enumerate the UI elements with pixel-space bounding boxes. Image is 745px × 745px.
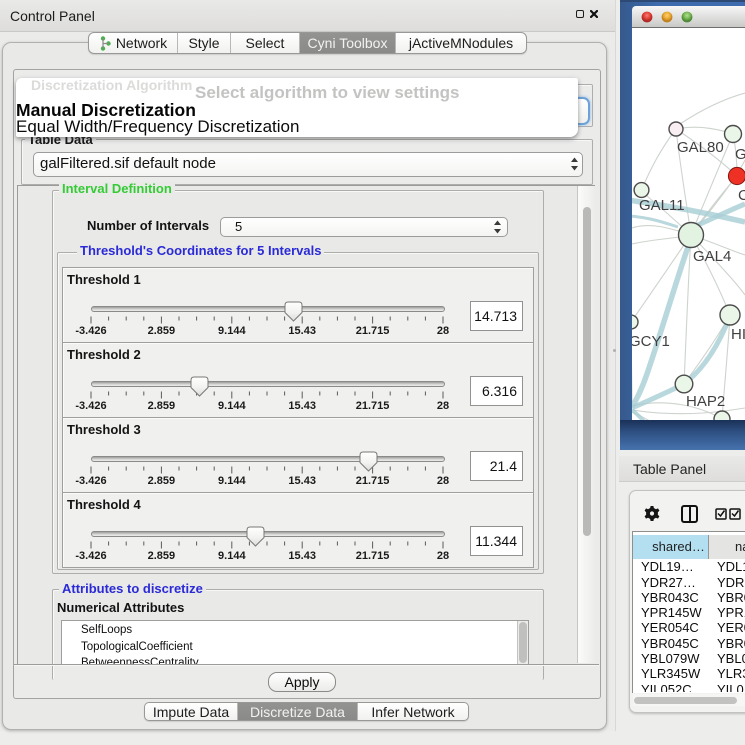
svg-text:GCY1: GCY1: [632, 333, 670, 350]
svg-text:GAL80: GAL80: [677, 139, 724, 156]
svg-text:G.: G.: [735, 146, 745, 163]
svg-text:HAP2: HAP2: [686, 393, 725, 410]
svg-text:GAL4: GAL4: [693, 248, 731, 265]
svg-text:GAL11: GAL11: [639, 197, 685, 214]
svg-text:C: C: [738, 187, 745, 204]
svg-text:HI: HI: [731, 326, 745, 343]
